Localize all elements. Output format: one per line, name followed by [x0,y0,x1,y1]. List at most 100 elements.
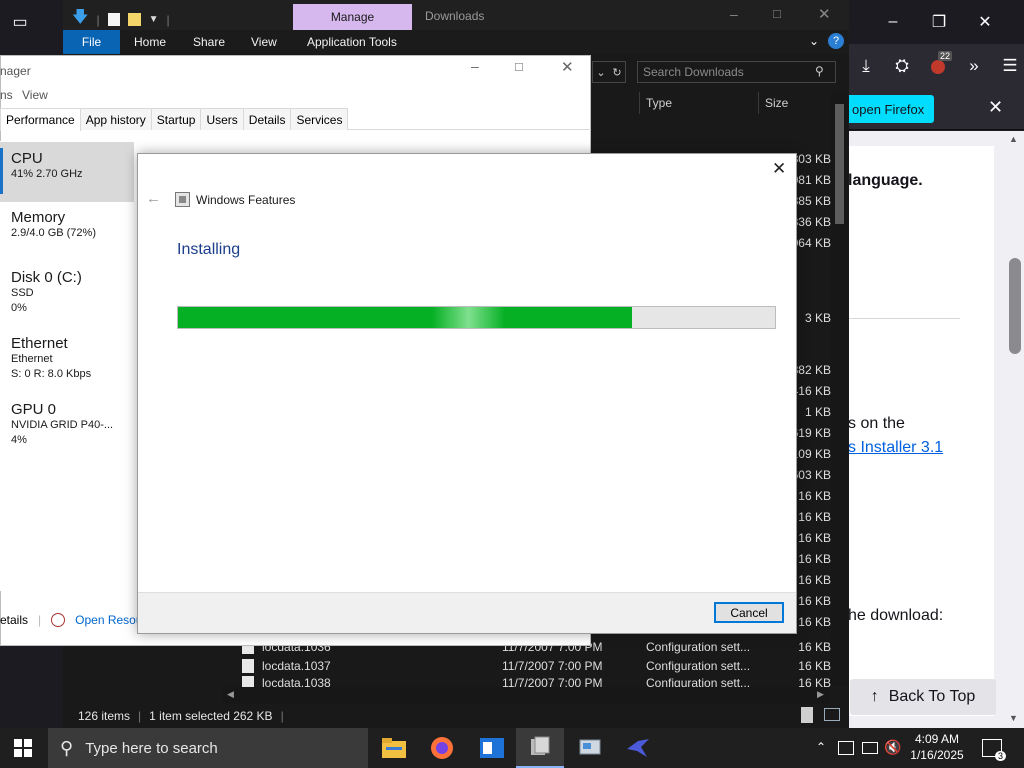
taskbar-search[interactable]: ⚲ Type here to search [48,728,368,768]
close-notice-icon[interactable]: ✕ [988,97,1003,118]
arrow-up-icon: ↑ [870,688,879,705]
resource-name: Ethernet [11,335,68,352]
firefox-icon[interactable] [418,728,466,768]
chevron-up-icon[interactable]: ⌃ [816,740,826,754]
tab-home[interactable]: Home [134,30,166,54]
properties-icon[interactable] [107,13,120,26]
column-divider [758,92,759,114]
table-row[interactable]: locdata.1037 11/7/2007 7:00 PM Configura… [242,655,831,676]
address-dropdown-icon[interactable]: ⌄ [596,66,605,79]
close-icon[interactable]: ✕ [962,0,1008,44]
windows-features-tray-icon[interactable] [838,741,854,755]
quick-access-toolbar: 🡇 | ▼ | [72,6,170,33]
sidebar-item-gpu[interactable]: GPU 0 NVIDIA GRID P40-... 4% [0,401,134,448]
tab-services[interactable]: Services [290,108,349,130]
minimize-icon[interactable]: – [471,58,479,74]
selection-info: 1 item selected 262 KB [149,709,273,723]
download-arrow-icon[interactable]: 🡇 [72,6,88,33]
minimize-icon[interactable]: – [870,0,916,44]
resource-usage: 4% [11,434,27,446]
addon-icon[interactable]: 22 [924,51,952,81]
tab-details[interactable]: Details [242,108,292,130]
extensions-icon[interactable]: ⛭ [888,51,916,81]
tab-list-icon[interactable]: ▭ [8,10,32,34]
back-to-top-button[interactable]: ↑ Back To Top [850,679,996,715]
resource-usage: S: 0 R: 8.0 Kbps [11,368,92,380]
resource-detail: 41% 2.70 GHz [11,168,83,180]
tab-share[interactable]: Share [193,30,225,54]
downloads-icon[interactable]: ⤓ [852,51,880,81]
maximize-icon[interactable]: □ [773,6,781,21]
new-folder-icon[interactable] [127,13,141,26]
refresh-icon[interactable]: ↻ [612,66,621,79]
windows-features-icon[interactable] [516,728,564,768]
volume-muted-icon[interactable]: 🔇 [884,739,901,756]
tab-application-tools[interactable]: Application Tools [307,30,397,54]
tab-file[interactable]: File [63,30,120,54]
tab-app-history[interactable]: App history [79,108,152,130]
search-input[interactable]: Search Downloads [637,61,836,83]
menu-options[interactable]: ns [0,88,13,102]
horizontal-scrollbar[interactable] [222,687,830,704]
app-icon[interactable] [468,728,516,768]
maximize-icon[interactable]: □ [515,59,523,74]
page-scrollbar-thumb[interactable] [1009,258,1021,354]
file-icon [242,658,254,673]
resource-detail: 2.9/4.0 GB (72%) [11,227,96,239]
divider [848,318,960,319]
hamburger-menu-icon[interactable]: ☰ [996,51,1024,81]
scroll-left-icon[interactable]: ◀ [227,689,234,700]
windows-logo-icon[interactable] [14,739,32,760]
file-type: Configuration sett... [646,676,751,687]
scroll-right-icon[interactable]: ▶ [817,689,824,700]
close-icon[interactable]: ✕ [772,159,786,179]
sidebar-item-ethernet[interactable]: Ethernet Ethernet S: 0 R: 8.0 Kbps [0,335,134,382]
tab-startup[interactable]: Startup [150,108,202,130]
control-panel-icon[interactable] [566,728,614,768]
clock[interactable]: 4:09 AM 1/16/2025 [902,731,972,763]
overflow-menu-icon[interactable]: » [960,51,988,81]
qat-dropdown-icon[interactable]: ▼ [149,14,159,25]
sidebar-item-memory[interactable]: Memory 2.9/4.0 GB (72%) [0,209,134,241]
file-date: 11/7/2007 7:00 PM [502,658,603,673]
dialog-heading: Installing [177,241,241,258]
details-view-icon[interactable] [801,707,813,723]
firefox-window-controls: – ❐ ✕ [870,0,1008,44]
menu-view[interactable]: View [22,88,48,102]
restore-icon[interactable]: ❐ [916,0,962,44]
installer-link[interactable]: s Installer 3.1 [848,439,943,457]
back-arrow-icon[interactable]: ← [146,190,161,207]
time: 4:09 AM [914,732,960,746]
cancel-button[interactable]: Cancel [714,602,784,623]
manage-tab[interactable]: Manage [293,4,412,30]
resource-name: Memory [11,209,66,226]
scroll-down-icon[interactable]: ▼ [1009,713,1018,723]
resource-name: GPU 0 [11,401,57,418]
close-icon[interactable]: ✕ [561,58,574,76]
page-scrollbar[interactable] [1006,131,1024,728]
ribbon-expand-icon[interactable]: ⌄ [809,34,819,48]
scroll-up-icon[interactable]: ▲ [1009,134,1018,144]
file-size: 16 KB [798,639,831,654]
back-to-top-label: Back To Top [888,688,976,705]
close-icon[interactable]: ✕ [818,5,831,23]
sidebar-item-cpu[interactable]: CPU 41% 2.70 GHz [0,142,134,202]
table-row[interactable]: locdata.1038 11/7/2007 7:00 PM Configura… [242,676,831,687]
resource-detail: SSD [11,287,34,299]
tab-view[interactable]: View [251,30,277,54]
open-firefox-button[interactable]: open Firefox [848,95,934,123]
help-icon[interactable]: ? [828,33,844,49]
sidebar-item-disk[interactable]: Disk 0 (C:) SSD 0% [0,269,134,316]
fewer-details-link[interactable]: etails [0,613,28,627]
bird-icon[interactable] [614,728,662,768]
file-explorer-icon[interactable] [370,728,418,768]
taskbar-search-placeholder: Type here to search [85,739,218,757]
network-icon[interactable] [862,742,878,754]
large-icons-view-icon[interactable] [824,708,840,721]
tab-performance[interactable]: Performance [0,108,81,131]
vertical-scrollbar-thumb[interactable] [835,104,844,224]
tab-users[interactable]: Users [200,108,244,130]
column-header-type[interactable]: Type [646,96,672,110]
minimize-icon[interactable]: – [730,6,738,22]
column-header-size[interactable]: Size [765,96,788,110]
